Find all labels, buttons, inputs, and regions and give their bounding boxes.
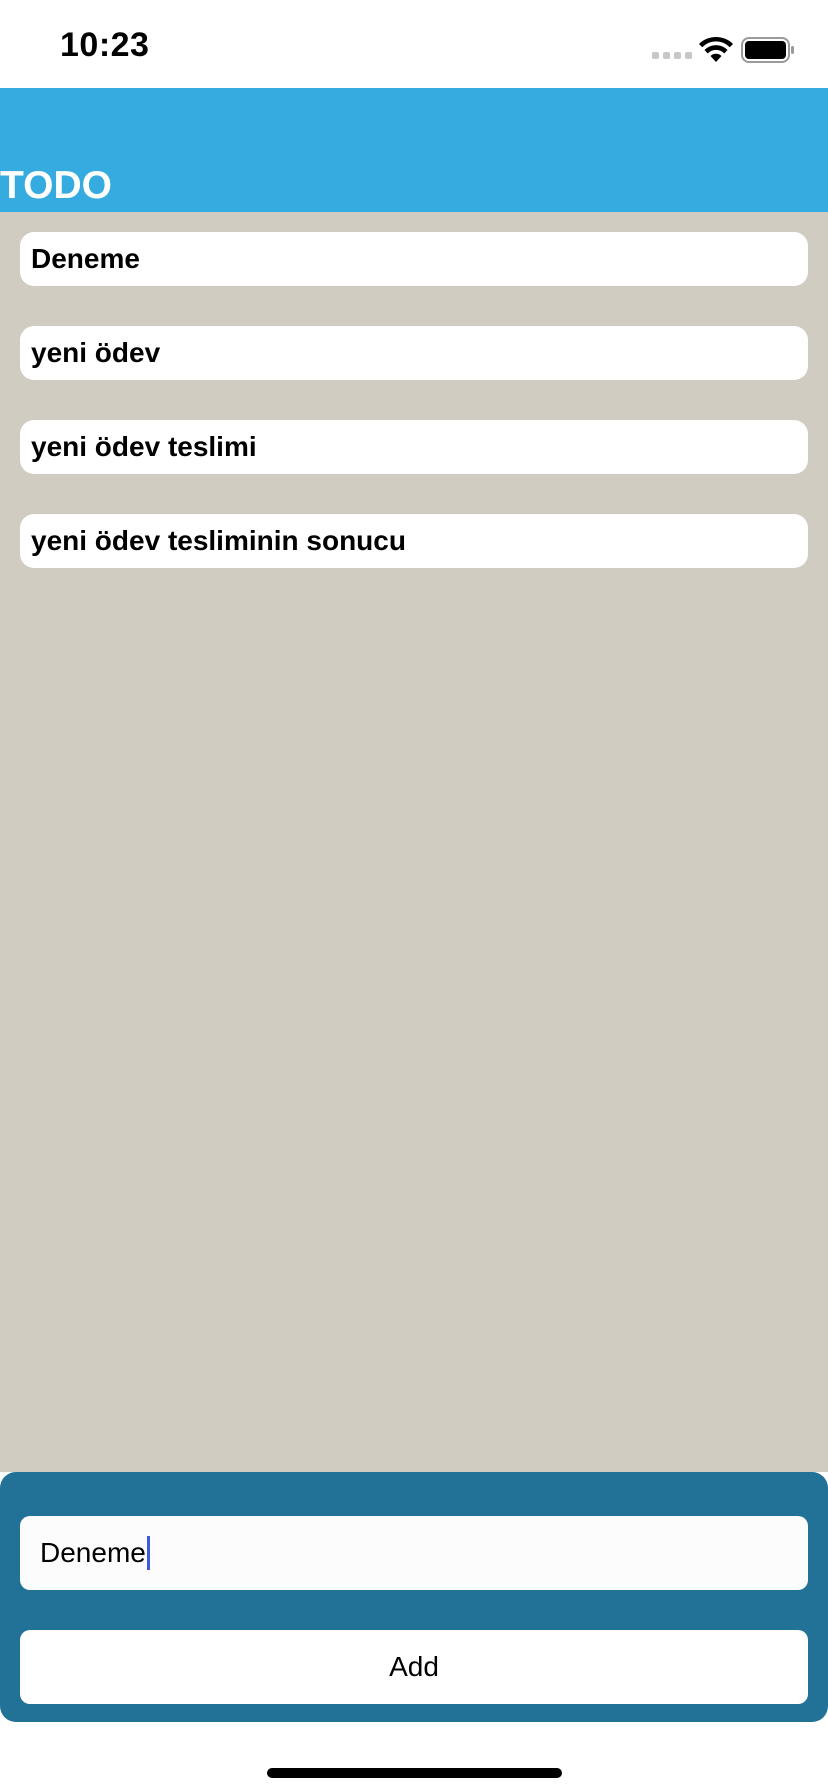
home-indicator[interactable]: [267, 1768, 562, 1778]
todo-item[interactable]: yeni ödev tesliminin sonucu: [20, 514, 808, 568]
todo-list: Deneme yeni ödev yeni ödev teslimi yeni …: [20, 232, 808, 608]
status-bar: 10:23: [0, 0, 828, 88]
todo-composer: Deneme Add: [0, 1472, 828, 1722]
home-area: [0, 1722, 828, 1792]
cellular-signal-icon: [652, 52, 692, 59]
app-header: TODO: [0, 88, 828, 212]
wifi-icon: [699, 36, 733, 62]
page-title: TODO: [0, 164, 112, 207]
todo-item[interactable]: yeni ödev: [20, 326, 808, 380]
add-button[interactable]: Add: [20, 1630, 808, 1704]
todo-item[interactable]: yeni ödev teslimi: [20, 420, 808, 474]
todo-app-screen: 10:23 TODO Deneme yeni ödev yeni ödev te…: [0, 0, 828, 1792]
todo-list-area: Deneme yeni ödev yeni ödev teslimi yeni …: [0, 212, 828, 1472]
todo-input[interactable]: [20, 1516, 808, 1590]
todo-item[interactable]: Deneme: [20, 232, 808, 286]
battery-icon: [741, 37, 794, 63]
status-time: 10:23: [60, 26, 150, 64]
